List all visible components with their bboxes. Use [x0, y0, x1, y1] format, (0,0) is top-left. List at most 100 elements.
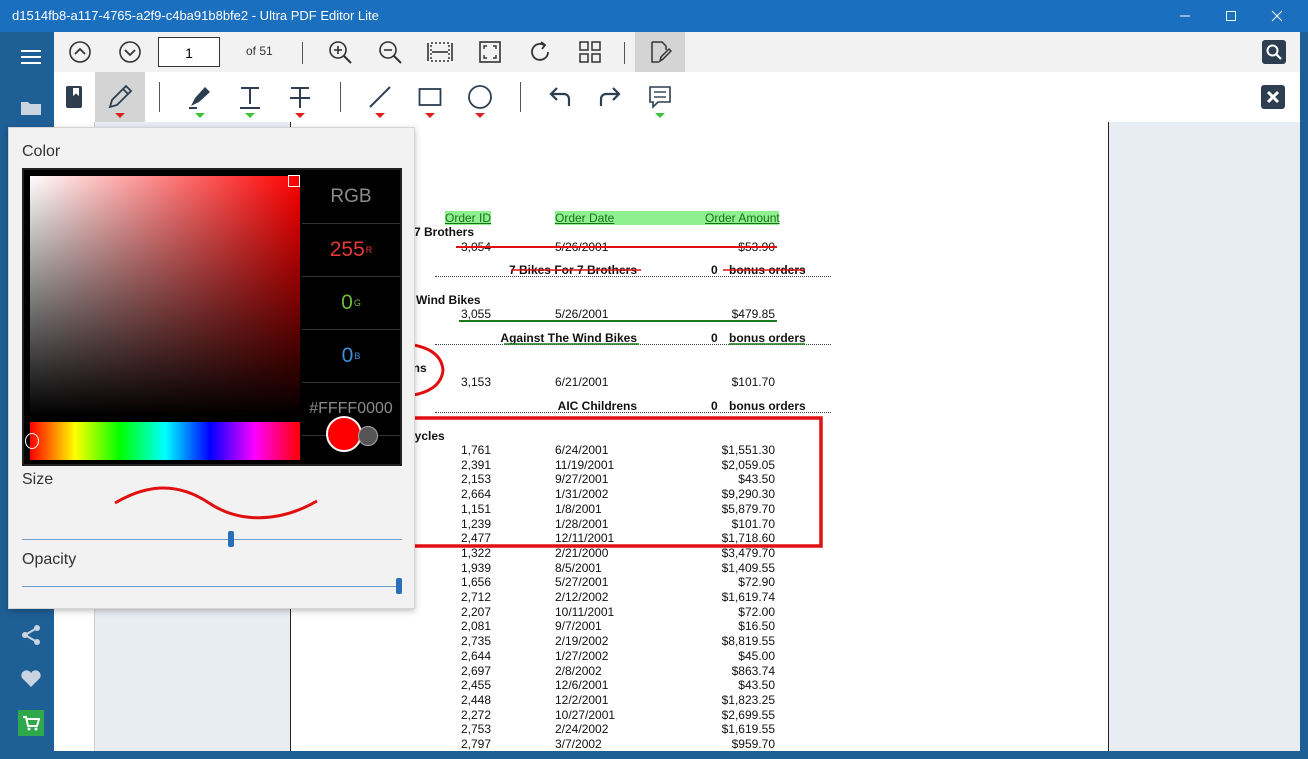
zoom-out-icon	[379, 41, 402, 64]
search-button[interactable]	[1260, 32, 1288, 72]
order-id: 2,207	[460, 604, 491, 619]
order-date: 1/8/2001	[555, 501, 602, 516]
blue-label: B	[354, 350, 361, 361]
order-id: 2,477	[460, 531, 491, 546]
fit-page-icon	[479, 41, 501, 63]
column-header: Order Date	[555, 211, 705, 225]
rotate-icon	[531, 41, 549, 61]
close-toolbar-button[interactable]	[1250, 72, 1296, 122]
comment-tool-button[interactable]	[637, 72, 683, 122]
highlighter-button[interactable]	[177, 72, 223, 122]
summary-count: 0	[711, 331, 718, 345]
share-button[interactable]	[8, 612, 54, 658]
ellipse-tool-button[interactable]	[457, 72, 503, 122]
opacity-slider[interactable]	[22, 586, 402, 587]
open-file-button[interactable]	[8, 84, 54, 130]
order-amount: $1,823.25	[721, 692, 775, 707]
close-icon	[1261, 85, 1285, 109]
highlighter-color-indicator	[195, 113, 205, 118]
hue-slider[interactable]	[30, 422, 300, 460]
heart-icon	[21, 670, 41, 687]
blue-channel[interactable]: 0 B	[302, 329, 400, 383]
strikethrough-button[interactable]	[277, 72, 323, 122]
favorite-button[interactable]	[8, 656, 54, 702]
line-icon	[369, 86, 391, 108]
order-date: 9/27/2001	[555, 472, 609, 487]
page-number-input[interactable]: 1	[158, 37, 220, 67]
page-down-button[interactable]	[116, 32, 144, 72]
order-date: 8/5/2001	[555, 560, 602, 575]
color-mode[interactable]: RGB	[302, 170, 400, 224]
order-date: 2/24/2002	[555, 722, 609, 737]
store-button[interactable]	[8, 700, 54, 746]
order-id: 2,272	[460, 707, 491, 722]
undo-icon	[549, 87, 571, 106]
color-picker-handle[interactable]	[288, 175, 300, 187]
maximize-icon	[1226, 11, 1236, 21]
menu-button[interactable]	[8, 34, 54, 80]
size-slider[interactable]	[22, 539, 402, 540]
green-label: G	[353, 297, 361, 308]
order-id: 1,322	[460, 545, 491, 560]
comment-icon	[649, 86, 671, 109]
bookmark-button[interactable]	[54, 72, 94, 122]
order-id: 1,939	[460, 560, 491, 575]
order-id: 2,797	[460, 737, 491, 751]
selected-color-swatch	[326, 416, 362, 452]
minimize-icon	[1180, 15, 1190, 17]
zoom-in-icon	[329, 41, 352, 64]
zoom-out-button[interactable]	[376, 32, 404, 72]
text-color-indicator	[245, 113, 255, 118]
rectangle-tool-button[interactable]	[407, 72, 453, 122]
blue-value: 0	[341, 343, 354, 367]
order-id: 3,055	[460, 307, 491, 321]
close-window-button[interactable]	[1254, 0, 1300, 32]
redo-button[interactable]	[587, 72, 633, 122]
page-up-button[interactable]	[66, 32, 94, 72]
line-color-indicator	[375, 113, 385, 118]
bookmark-icon	[66, 86, 82, 108]
page-up-icon	[69, 41, 91, 63]
fit-page-button[interactable]	[476, 32, 504, 72]
summary-count: 0	[711, 263, 718, 277]
ellipse-color-indicator	[475, 113, 485, 118]
fit-width-button[interactable]	[426, 32, 454, 72]
maximize-button[interactable]	[1208, 0, 1254, 32]
order-date: 10/27/2001	[555, 707, 616, 722]
order-amount: $16.50	[738, 619, 775, 634]
order-amount: $1,409.55	[721, 560, 775, 575]
green-channel[interactable]: 0 G	[302, 276, 400, 330]
close-window-icon	[1271, 10, 1283, 22]
rotate-button[interactable]	[526, 32, 554, 72]
order-amount: $8,819.55	[721, 634, 775, 649]
red-channel[interactable]: 255 R	[302, 223, 400, 277]
pen-color-indicator	[115, 113, 125, 118]
order-id: 2,391	[460, 457, 491, 472]
order-date: 2/12/2002	[555, 590, 609, 604]
order-date: 5/26/2001	[555, 240, 609, 254]
comment-color-indicator	[655, 113, 665, 118]
saturation-value-area[interactable]	[30, 176, 300, 416]
order-id: 1,761	[460, 443, 491, 457]
previous-color-swatch[interactable]	[358, 426, 378, 446]
size-slider-thumb[interactable]	[228, 531, 234, 547]
edit-mode-button[interactable]	[635, 32, 685, 72]
order-date: 2/21/2000	[555, 545, 609, 560]
opacity-slider-thumb[interactable]	[396, 578, 402, 594]
order-date: 1/28/2001	[555, 516, 609, 531]
hue-handle[interactable]	[25, 433, 39, 449]
pen-tool-button[interactable]	[95, 72, 145, 122]
text-tool-button[interactable]	[227, 72, 273, 122]
line-tool-button[interactable]	[357, 72, 403, 122]
zoom-in-button[interactable]	[326, 32, 354, 72]
cart-icon	[18, 710, 44, 736]
undo-button[interactable]	[537, 72, 583, 122]
order-date: 10/11/2001	[555, 604, 615, 619]
title-bar: d1514fb8-a117-4765-a2f9-c4ba91b8bfe2 - U…	[0, 0, 1308, 32]
color-mode-label: RGB	[330, 185, 372, 207]
order-date: 5/27/2001	[555, 575, 609, 590]
order-date: 12/11/2001	[555, 531, 615, 546]
grid-view-button[interactable]	[576, 32, 604, 72]
minimize-button[interactable]	[1162, 0, 1208, 32]
edit-mode-icon	[651, 41, 672, 63]
